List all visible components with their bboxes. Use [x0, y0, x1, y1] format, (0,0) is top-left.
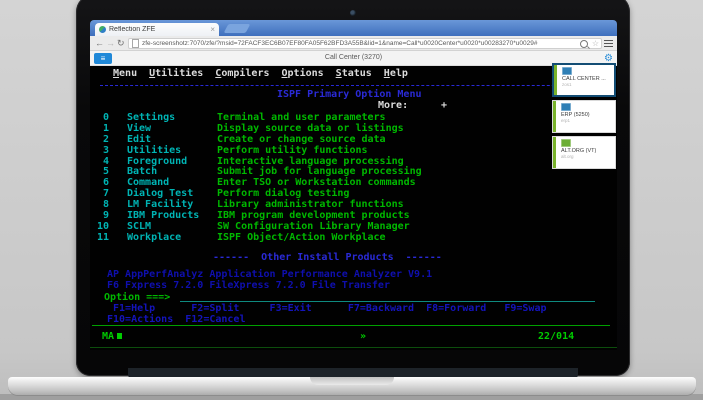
- terminal-vt-icon: [561, 139, 571, 147]
- session-sidebar: CALL CENTER ... zos1 ERP (5250) erp1 ALT…: [552, 63, 616, 172]
- option-prompt: Option ===>: [104, 292, 171, 303]
- option-row-6: 6 Command Enter TSO or Workstation command…: [102, 177, 416, 188]
- other-products-divider: ------ Other Install Products ------: [213, 252, 442, 263]
- option-row-2: 2 Edit Create or change source data: [102, 134, 386, 145]
- new-tab-button[interactable]: [223, 24, 251, 33]
- option-row-5: 5 Batch Submit job for language processing: [102, 166, 422, 177]
- command-input-field[interactable]: [180, 301, 595, 302]
- screenshot-stage: Reflection ZFE × ← → ↻ zfe-screenshotz:7…: [0, 0, 703, 400]
- webcam-dot: [350, 10, 356, 16]
- option-row-3: 3 Utilities Perform utility functions: [102, 145, 368, 156]
- zfe-toolbar: ≡ Call Center (3270) ⚙: [90, 51, 617, 66]
- terminal-5250-icon: [561, 103, 571, 111]
- browser-tab[interactable]: Reflection ZFE ×: [95, 23, 219, 36]
- url-text[interactable]: zfe-screenshotz:7070/zfe/?msid=72FACF3EC…: [142, 40, 580, 47]
- oia-separator: [92, 325, 610, 326]
- option-row-8: 8 LM Facility Library administrator functi…: [102, 199, 404, 210]
- refresh-icon[interactable]: ↻: [117, 38, 125, 49]
- address-input[interactable]: zfe-screenshotz:7070/zfe/?msid=72FACF3EC…: [128, 38, 602, 49]
- more-plus[interactable]: +: [441, 100, 447, 111]
- search-icon[interactable]: [579, 39, 588, 48]
- keyboard-lock-block: [117, 333, 123, 339]
- browser-tab-strip: Reflection ZFE ×: [90, 20, 617, 36]
- session-title: Call Center (3270): [324, 54, 383, 61]
- laptop-lid-notch: [310, 377, 394, 385]
- menu-item-help[interactable]: Help: [384, 68, 408, 79]
- reflection-favicon-icon: [99, 26, 106, 33]
- browser-menu-icon[interactable]: [604, 40, 613, 47]
- browser-window: Reflection ZFE × ← → ↻ zfe-screenshotz:7…: [90, 20, 617, 350]
- screen-title: ISPF Primary Option Menu: [277, 89, 422, 100]
- fkeys-line-1[interactable]: F1=Help F2=Split F3=Exit F7=Backward F8=…: [107, 303, 546, 314]
- terminal-bottom-edge: [90, 347, 617, 348]
- option-row-11: 11 Workplace ISPF Object/Action Workplace: [96, 232, 386, 243]
- tab-close-icon[interactable]: ×: [210, 25, 215, 34]
- option-row-7: 7 Dialog Test Perform dialog testing: [102, 188, 350, 199]
- menu-item-compilers[interactable]: Compilers: [215, 68, 269, 79]
- session-card-alt-org[interactable]: ALT.ORG (VT) alt.org: [552, 136, 616, 169]
- fkeys-line-2[interactable]: F10=Actions F12=Cancel: [107, 314, 245, 325]
- session-card-erp[interactable]: ERP (5250) erp1: [552, 100, 616, 133]
- laptop-base: [8, 377, 696, 395]
- session-card-call-center[interactable]: CALL CENTER ... zos1: [552, 63, 616, 97]
- option-row-10: 10 SCLM SW Configuration Library Manager: [96, 221, 410, 232]
- oia-status-left: MA: [102, 331, 123, 342]
- dashed-separator: [100, 85, 605, 86]
- forward-icon[interactable]: →: [106, 38, 115, 49]
- terminal-3270-icon: [562, 67, 572, 75]
- option-row-0: 0 Settings Terminal and user parameters: [102, 112, 386, 123]
- product-line-1: AP AppPerfAnalyz Application Performance…: [107, 269, 433, 280]
- option-row-1: 1 View Display source data or listings: [102, 123, 404, 134]
- oia-cursor-position: 22/014: [538, 331, 575, 342]
- bookmark-star-icon[interactable]: ☆: [592, 39, 599, 48]
- oia-status-mid: »: [360, 331, 367, 342]
- page-icon: [132, 39, 139, 48]
- menu-item-status[interactable]: Status: [336, 68, 372, 79]
- tab-title: Reflection ZFE: [109, 26, 156, 33]
- back-icon[interactable]: ←: [95, 38, 104, 49]
- ispf-menu-bar: Menu Utilities Compilers Options Status …: [113, 68, 408, 79]
- menu-item-utilities[interactable]: Utilities: [149, 68, 203, 79]
- terminal-screen: Menu Utilities Compilers Options Status …: [90, 63, 617, 350]
- option-row-9: 9 IBM Products IBM program development pro…: [102, 210, 410, 221]
- browser-url-bar: ← → ↻ zfe-screenshotz:7070/zfe/?msid=72F…: [90, 36, 617, 51]
- menu-item-options[interactable]: Options: [282, 68, 324, 79]
- menu-item-menu[interactable]: Menu: [113, 68, 137, 79]
- product-line-2: F6 Fxpress 7.2.0 FileXpress 7.2.0 File T…: [107, 280, 390, 291]
- more-label: More:: [378, 100, 409, 111]
